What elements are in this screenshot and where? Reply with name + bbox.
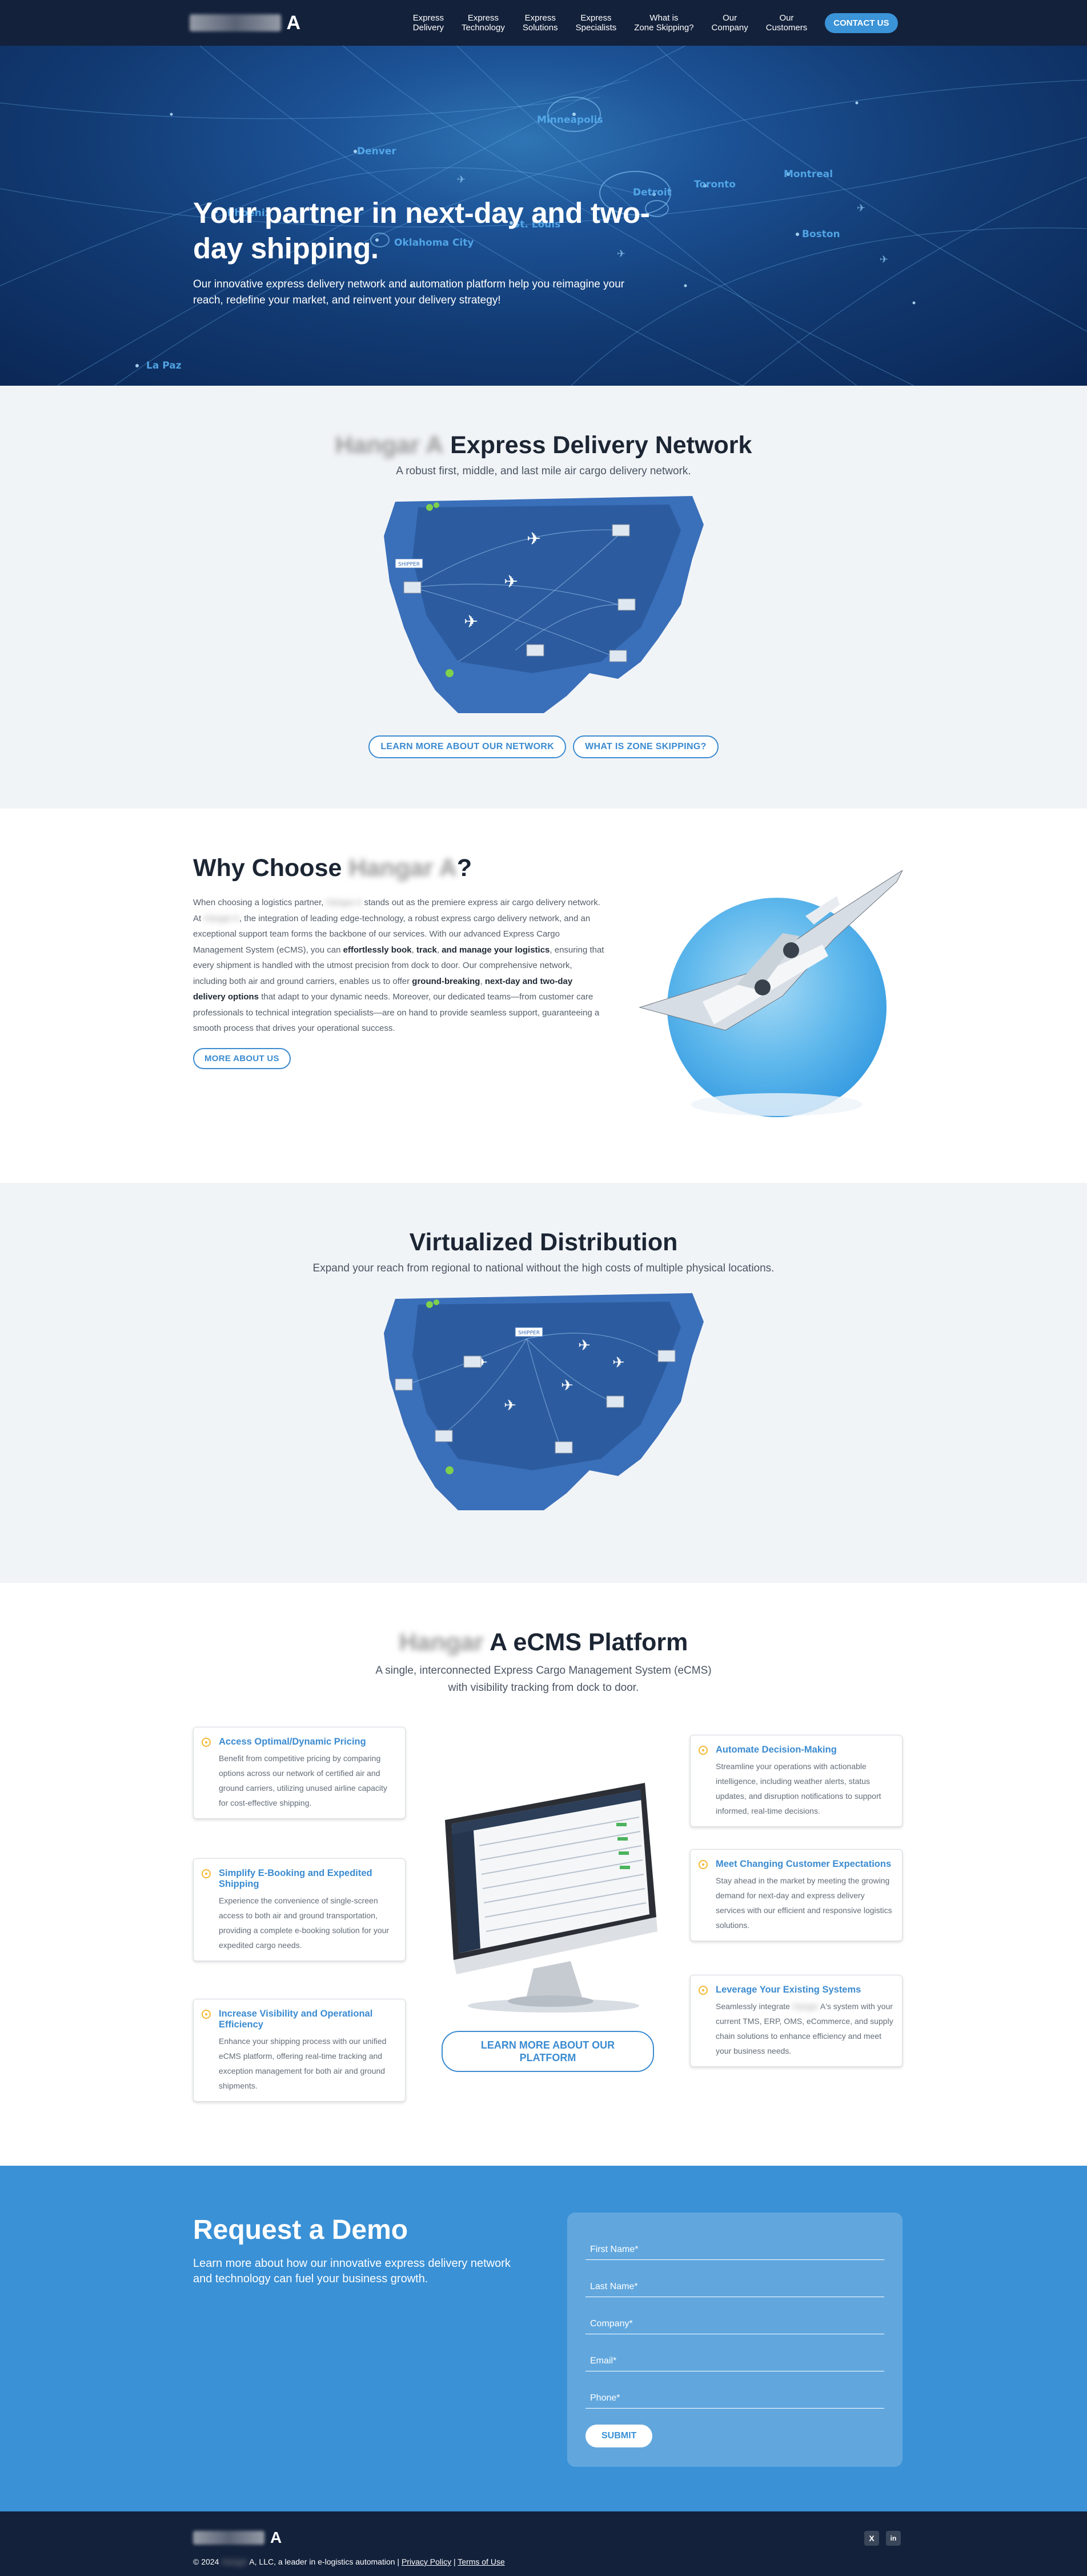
nav-link-our-company[interactable]: Our Company [712, 13, 748, 33]
svg-text:✈: ✈ [578, 1337, 591, 1354]
site-logo[interactable]: A [189, 11, 301, 34]
feature-bullet-icon [202, 1869, 211, 1878]
more-about-us-button[interactable]: MORE ABOUT US [193, 1047, 291, 1069]
ecms-monitor-illustration [445, 1783, 657, 2013]
network-map-illustration: ✈ ✈ ✈ SHIPPER [372, 490, 715, 716]
logo-mark: A [270, 2529, 282, 2546]
svg-text:✈: ✈ [504, 1397, 516, 1414]
feature-card: Simplify E-Booking and Expedited Shippin… [193, 1858, 406, 1961]
zone-skipping-button[interactable]: WHAT IS ZONE SKIPPING? [573, 735, 719, 758]
nav-link-express-solutions[interactable]: Express Solutions [523, 13, 558, 33]
terms-of-use-link[interactable]: Terms of Use [458, 2557, 504, 2566]
network-subtitle: A robust first, middle, and last mile ai… [396, 465, 691, 477]
why-body: When choosing a logistics partner, Hanga… [193, 898, 604, 1033]
brand-name-blurred: Hangar [399, 1629, 484, 1656]
airplane-sky-image [639, 870, 903, 1117]
hero-description: Our innovative express delivery network … [193, 278, 625, 306]
hero-title: Your partner in next-day and two-day shi… [193, 197, 650, 265]
top-navigation: A Express Delivery Express Technology Ex… [0, 0, 1087, 46]
feature-bullet-icon [699, 1746, 708, 1755]
request-demo-section: Request a Demo Learn more about how our … [0, 2166, 1087, 2511]
demo-form: SUBMIT [567, 2213, 903, 2467]
virtual-map-illustration: ✈✈✈✈✈ SHIPPER [372, 1287, 715, 1513]
company-input[interactable] [590, 2319, 884, 2329]
feature-card: Increase Visibility and Operational Effi… [193, 1999, 406, 2102]
nav-links: Express Delivery Express Technology Expr… [413, 13, 898, 33]
network-title: Hangar A Express Delivery Network [335, 431, 752, 459]
linkedin-icon[interactable]: in [886, 2531, 901, 2546]
submit-button[interactable]: SUBMIT [585, 2425, 653, 2447]
nav-link-express-technology[interactable]: Express Technology [462, 13, 505, 33]
virtual-title: Virtualized Distribution [409, 1229, 678, 1256]
hero-city-label: La Paz [146, 360, 182, 371]
hero-city-label: Montreal [784, 169, 833, 180]
svg-text:✈: ✈ [561, 1377, 573, 1394]
ecms-platform-section: Hangar A eCMS Platform A single, interco… [0, 1583, 1087, 2166]
footer-copyright: © 2024 Hangar A, LLC, a leader in e-logi… [193, 2557, 505, 2566]
svg-text:✈: ✈ [527, 530, 541, 549]
hero-section: Denver Minneapolis Phoenix Oklahoma City… [0, 46, 1087, 386]
network-section: Hangar A Express Delivery Network A robu… [0, 386, 1087, 809]
contact-us-button[interactable]: CONTACT US [825, 13, 898, 33]
feature-card: Access Optimal/Dynamic Pricing Benefit f… [193, 1727, 406, 1819]
why-choose-section: Why Choose Hangar A? When choosing a log… [0, 809, 1087, 1183]
why-title: Why Choose Hangar A? [193, 854, 472, 882]
logo-wordmark [189, 14, 281, 31]
virtualized-distribution-section: Virtualized Distribution Expand your rea… [0, 1183, 1087, 1583]
footer-logo[interactable]: A [193, 2529, 282, 2547]
company-field [585, 2297, 884, 2334]
last-name-input[interactable] [590, 2282, 884, 2292]
feature-card: Meet Changing Customer Expectations Stay… [690, 1849, 903, 1941]
last-name-field [585, 2260, 884, 2297]
nav-link-express-delivery[interactable]: Express Delivery [413, 13, 444, 33]
learn-platform-button[interactable]: LEARN MORE ABOUT OUR PLATFORM [442, 2031, 654, 2072]
svg-text:✈: ✈ [457, 174, 466, 185]
phone-input[interactable] [590, 2393, 884, 2403]
hero-city-label: Boston [802, 229, 840, 240]
feature-bullet-icon [202, 2010, 211, 2019]
virtual-subtitle: Expand your reach from regional to natio… [312, 1262, 775, 1274]
privacy-policy-link[interactable]: Privacy Policy [402, 2557, 451, 2566]
svg-text:✈: ✈ [612, 1354, 625, 1371]
brand-name-blurred: Hangar A [335, 431, 444, 459]
x-social-icon[interactable]: X [864, 2531, 879, 2546]
demo-title: Request a Demo [193, 2215, 408, 2245]
svg-text:✈: ✈ [504, 573, 518, 591]
email-input[interactable] [590, 2356, 884, 2366]
svg-text:✈: ✈ [857, 202, 865, 214]
first-name-field [585, 2223, 884, 2260]
phone-field [585, 2371, 884, 2409]
feature-card: Automate Decision-Making Streamline your… [690, 1735, 903, 1827]
logo-wordmark [193, 2531, 264, 2545]
ecms-title: Hangar A eCMS Platform [399, 1629, 688, 1656]
hero-city-label: Denver [357, 146, 396, 157]
feature-bullet-icon [202, 1738, 211, 1747]
learn-network-button[interactable]: LEARN MORE ABOUT OUR NETWORK [368, 735, 567, 758]
feature-card: Leverage Your Existing Systems Seamlessl… [690, 1975, 903, 2067]
feature-bullet-icon [699, 1860, 708, 1869]
first-name-input[interactable] [590, 2245, 884, 2255]
footer: A © 2024 Hangar A, LLC, a leader in e-lo… [0, 2511, 1087, 2576]
brand-name-blurred: Hangar A [348, 854, 457, 882]
nav-link-zone-skipping[interactable]: What is Zone Skipping? [634, 13, 693, 33]
ecms-subtitle: A single, interconnected Express Cargo M… [375, 1665, 712, 1694]
nav-link-express-specialists[interactable]: Express Specialists [576, 13, 617, 33]
svg-text:✈: ✈ [880, 254, 888, 265]
email-field [585, 2334, 884, 2371]
demo-lead: Learn more about how our innovative expr… [193, 2257, 511, 2285]
logo-mark: A [286, 11, 301, 34]
svg-text:✈: ✈ [464, 613, 478, 631]
map-shipper-tag: SHIPPER [518, 1330, 540, 1336]
nav-link-our-customers[interactable]: Our Customers [766, 13, 808, 33]
hero-city-label: Minneapolis [537, 114, 603, 126]
hero-city-label: Toronto [694, 179, 736, 190]
feature-bullet-icon [699, 1986, 708, 1995]
map-shipper-tag: SHIPPER [398, 562, 420, 567]
